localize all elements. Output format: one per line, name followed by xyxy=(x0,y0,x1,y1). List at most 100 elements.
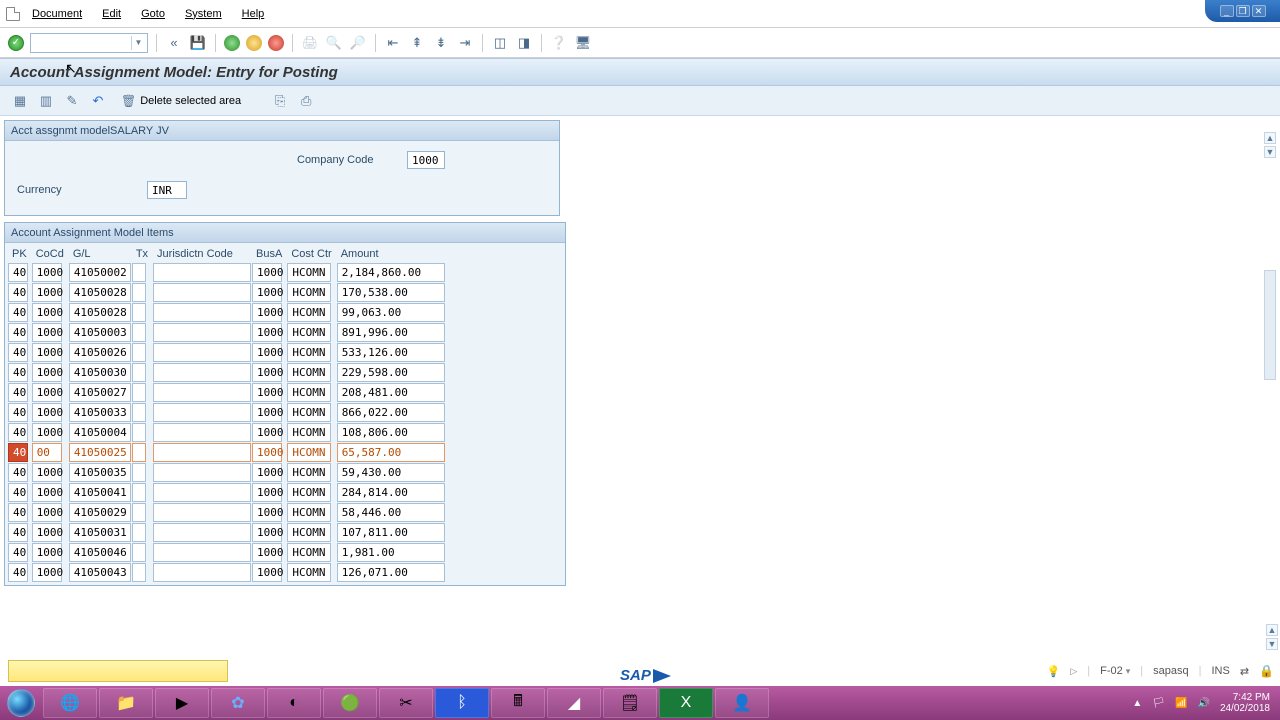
cell-busa[interactable]: 1000 xyxy=(252,283,282,302)
task-explorer[interactable]: 📁 xyxy=(99,688,153,718)
table-row[interactable]: 401000410500031000HCOMN891,996.00 xyxy=(8,323,445,342)
task-sap[interactable]: ◢ xyxy=(547,688,601,718)
cell-tx[interactable] xyxy=(132,283,146,302)
cell-amt[interactable]: 108,806.00 xyxy=(337,423,445,442)
cell-tx[interactable] xyxy=(132,423,146,442)
cell-cc[interactable]: HCOMN xyxy=(287,323,331,342)
cell-busa[interactable]: 1000 xyxy=(252,343,282,362)
cell-gl[interactable]: 41050035 xyxy=(69,463,131,482)
tray-volume-icon[interactable]: 🔊 xyxy=(1197,698,1209,709)
cell-busa[interactable]: 1000 xyxy=(252,403,282,422)
cell-jur[interactable] xyxy=(153,263,251,282)
copy-icon[interactable]: ⎘ xyxy=(270,91,290,111)
cell-cocd[interactable]: 1000 xyxy=(32,543,62,562)
cell-gl[interactable]: 41050031 xyxy=(69,523,131,542)
cell-amt[interactable]: 170,538.00 xyxy=(337,283,445,302)
cell-amt[interactable]: 59,430.00 xyxy=(337,463,445,482)
cell-cocd[interactable]: 1000 xyxy=(32,263,62,282)
cell-amt[interactable]: 208,481.00 xyxy=(337,383,445,402)
cell-amt[interactable]: 533,126.00 xyxy=(337,343,445,362)
cell-busa[interactable]: 1000 xyxy=(252,383,282,402)
cell-cc[interactable]: HCOMN xyxy=(287,343,331,362)
close-button[interactable]: ✕ xyxy=(1252,5,1266,17)
cell-busa[interactable]: 1000 xyxy=(252,363,282,382)
cell-busa[interactable]: 1000 xyxy=(252,483,282,502)
prev-page-icon[interactable]: ⇞ xyxy=(408,34,426,52)
scroll-thumb[interactable] xyxy=(1264,270,1276,380)
cell-busa[interactable]: 1000 xyxy=(252,463,282,482)
cell-cocd[interactable]: 00 xyxy=(32,443,62,462)
cell-tx[interactable] xyxy=(132,463,146,482)
cell-cc[interactable]: HCOMN xyxy=(287,363,331,382)
lock-icon[interactable]: 🔒 xyxy=(1259,664,1274,678)
cell-cc[interactable]: HCOMN xyxy=(287,443,331,462)
delete-selected-area-button[interactable]: 🗑 Delete selected area xyxy=(114,91,248,111)
cell-tx[interactable] xyxy=(132,503,146,522)
task-snip[interactable]: ✂ xyxy=(379,688,433,718)
task-ie[interactable]: 🌐 xyxy=(43,688,97,718)
table-row[interactable]: 401000410500021000HCOMN2,184,860.00 xyxy=(8,263,445,282)
cancel-button[interactable] xyxy=(268,35,284,51)
cell-jur[interactable] xyxy=(153,323,251,342)
cell-tx[interactable] xyxy=(132,563,146,582)
cell-jur[interactable] xyxy=(153,383,251,402)
back-double-icon[interactable]: « xyxy=(165,34,183,52)
table-row[interactable]: 401000410500041000HCOMN108,806.00 xyxy=(8,423,445,442)
cell-cc[interactable]: HCOMN xyxy=(287,563,331,582)
cell-cocd[interactable]: 1000 xyxy=(32,363,62,382)
cell-gl[interactable]: 41050028 xyxy=(69,303,131,322)
panel-expand-up-icon[interactable]: ▲ xyxy=(1266,624,1278,636)
cell-gl[interactable]: 41050043 xyxy=(69,563,131,582)
menu-goto[interactable]: Goto xyxy=(133,6,173,22)
exit-button[interactable] xyxy=(246,35,262,51)
cell-tx[interactable] xyxy=(132,363,146,382)
vertical-scrollbar[interactable] xyxy=(1264,270,1278,380)
cell-busa[interactable]: 1000 xyxy=(252,303,282,322)
table-row[interactable]: 401000410500461000HCOMN1,981.00 xyxy=(8,543,445,562)
maximize-button[interactable]: ❐ xyxy=(1236,5,1250,17)
cell-gl[interactable]: 41050002 xyxy=(69,263,131,282)
select-all-icon[interactable]: ▦ xyxy=(10,91,30,111)
cell-jur[interactable] xyxy=(153,483,251,502)
cell-cocd[interactable]: 1000 xyxy=(32,383,62,402)
menu-document[interactable]: Document xyxy=(24,6,90,22)
table-row[interactable]: 401000410500301000HCOMN229,598.00 xyxy=(8,363,445,382)
cell-cc[interactable]: HCOMN xyxy=(287,383,331,402)
deselect-icon[interactable]: ▥ xyxy=(36,91,56,111)
cell-tx[interactable] xyxy=(132,343,146,362)
cell-cc[interactable]: HCOMN xyxy=(287,463,331,482)
cell-pk[interactable]: 40 xyxy=(8,423,28,442)
cell-pk[interactable]: 40 xyxy=(8,283,28,302)
table-row[interactable]: 401000410500331000HCOMN866,022.00 xyxy=(8,403,445,422)
table-row[interactable]: 4000410500251000HCOMN65,587.00 xyxy=(8,443,445,462)
cell-pk[interactable]: 40 xyxy=(8,303,28,322)
cell-cc[interactable]: HCOMN xyxy=(287,403,331,422)
menu-help[interactable]: Help xyxy=(234,6,273,22)
cell-amt[interactable]: 229,598.00 xyxy=(337,363,445,382)
cell-gl[interactable]: 41050025 xyxy=(69,443,131,462)
cell-busa[interactable]: 1000 xyxy=(252,323,282,342)
table-row[interactable]: 401000410500281000HCOMN99,063.00 xyxy=(8,303,445,322)
currency-field[interactable]: INR xyxy=(147,181,187,199)
tray-clock[interactable]: 7:42 PM 24/02/2018 xyxy=(1220,692,1270,714)
layout-icon[interactable]: 🖥 xyxy=(574,34,592,52)
cell-jur[interactable] xyxy=(153,363,251,382)
task-media[interactable]: ▶ xyxy=(155,688,209,718)
cell-cocd[interactable]: 1000 xyxy=(32,503,62,522)
cell-cocd[interactable]: 1000 xyxy=(32,423,62,442)
cell-pk[interactable]: 40 xyxy=(8,323,28,342)
panel-collapse-down-icon[interactable]: ▼ xyxy=(1264,146,1276,158)
cell-amt[interactable]: 107,811.00 xyxy=(337,523,445,542)
start-button[interactable] xyxy=(0,686,42,720)
cell-pk[interactable]: 40 xyxy=(8,443,28,462)
cell-jur[interactable] xyxy=(153,563,251,582)
cell-pk[interactable]: 40 xyxy=(8,263,28,282)
cell-pk[interactable]: 40 xyxy=(8,343,28,362)
table-row[interactable]: 401000410500431000HCOMN126,071.00 xyxy=(8,563,445,582)
cell-cc[interactable]: HCOMN xyxy=(287,483,331,502)
cell-amt[interactable]: 65,587.00 xyxy=(337,443,445,462)
cell-jur[interactable] xyxy=(153,343,251,362)
cell-pk[interactable]: 40 xyxy=(8,563,28,582)
cell-cocd[interactable]: 1000 xyxy=(32,323,62,342)
cell-tx[interactable] xyxy=(132,403,146,422)
